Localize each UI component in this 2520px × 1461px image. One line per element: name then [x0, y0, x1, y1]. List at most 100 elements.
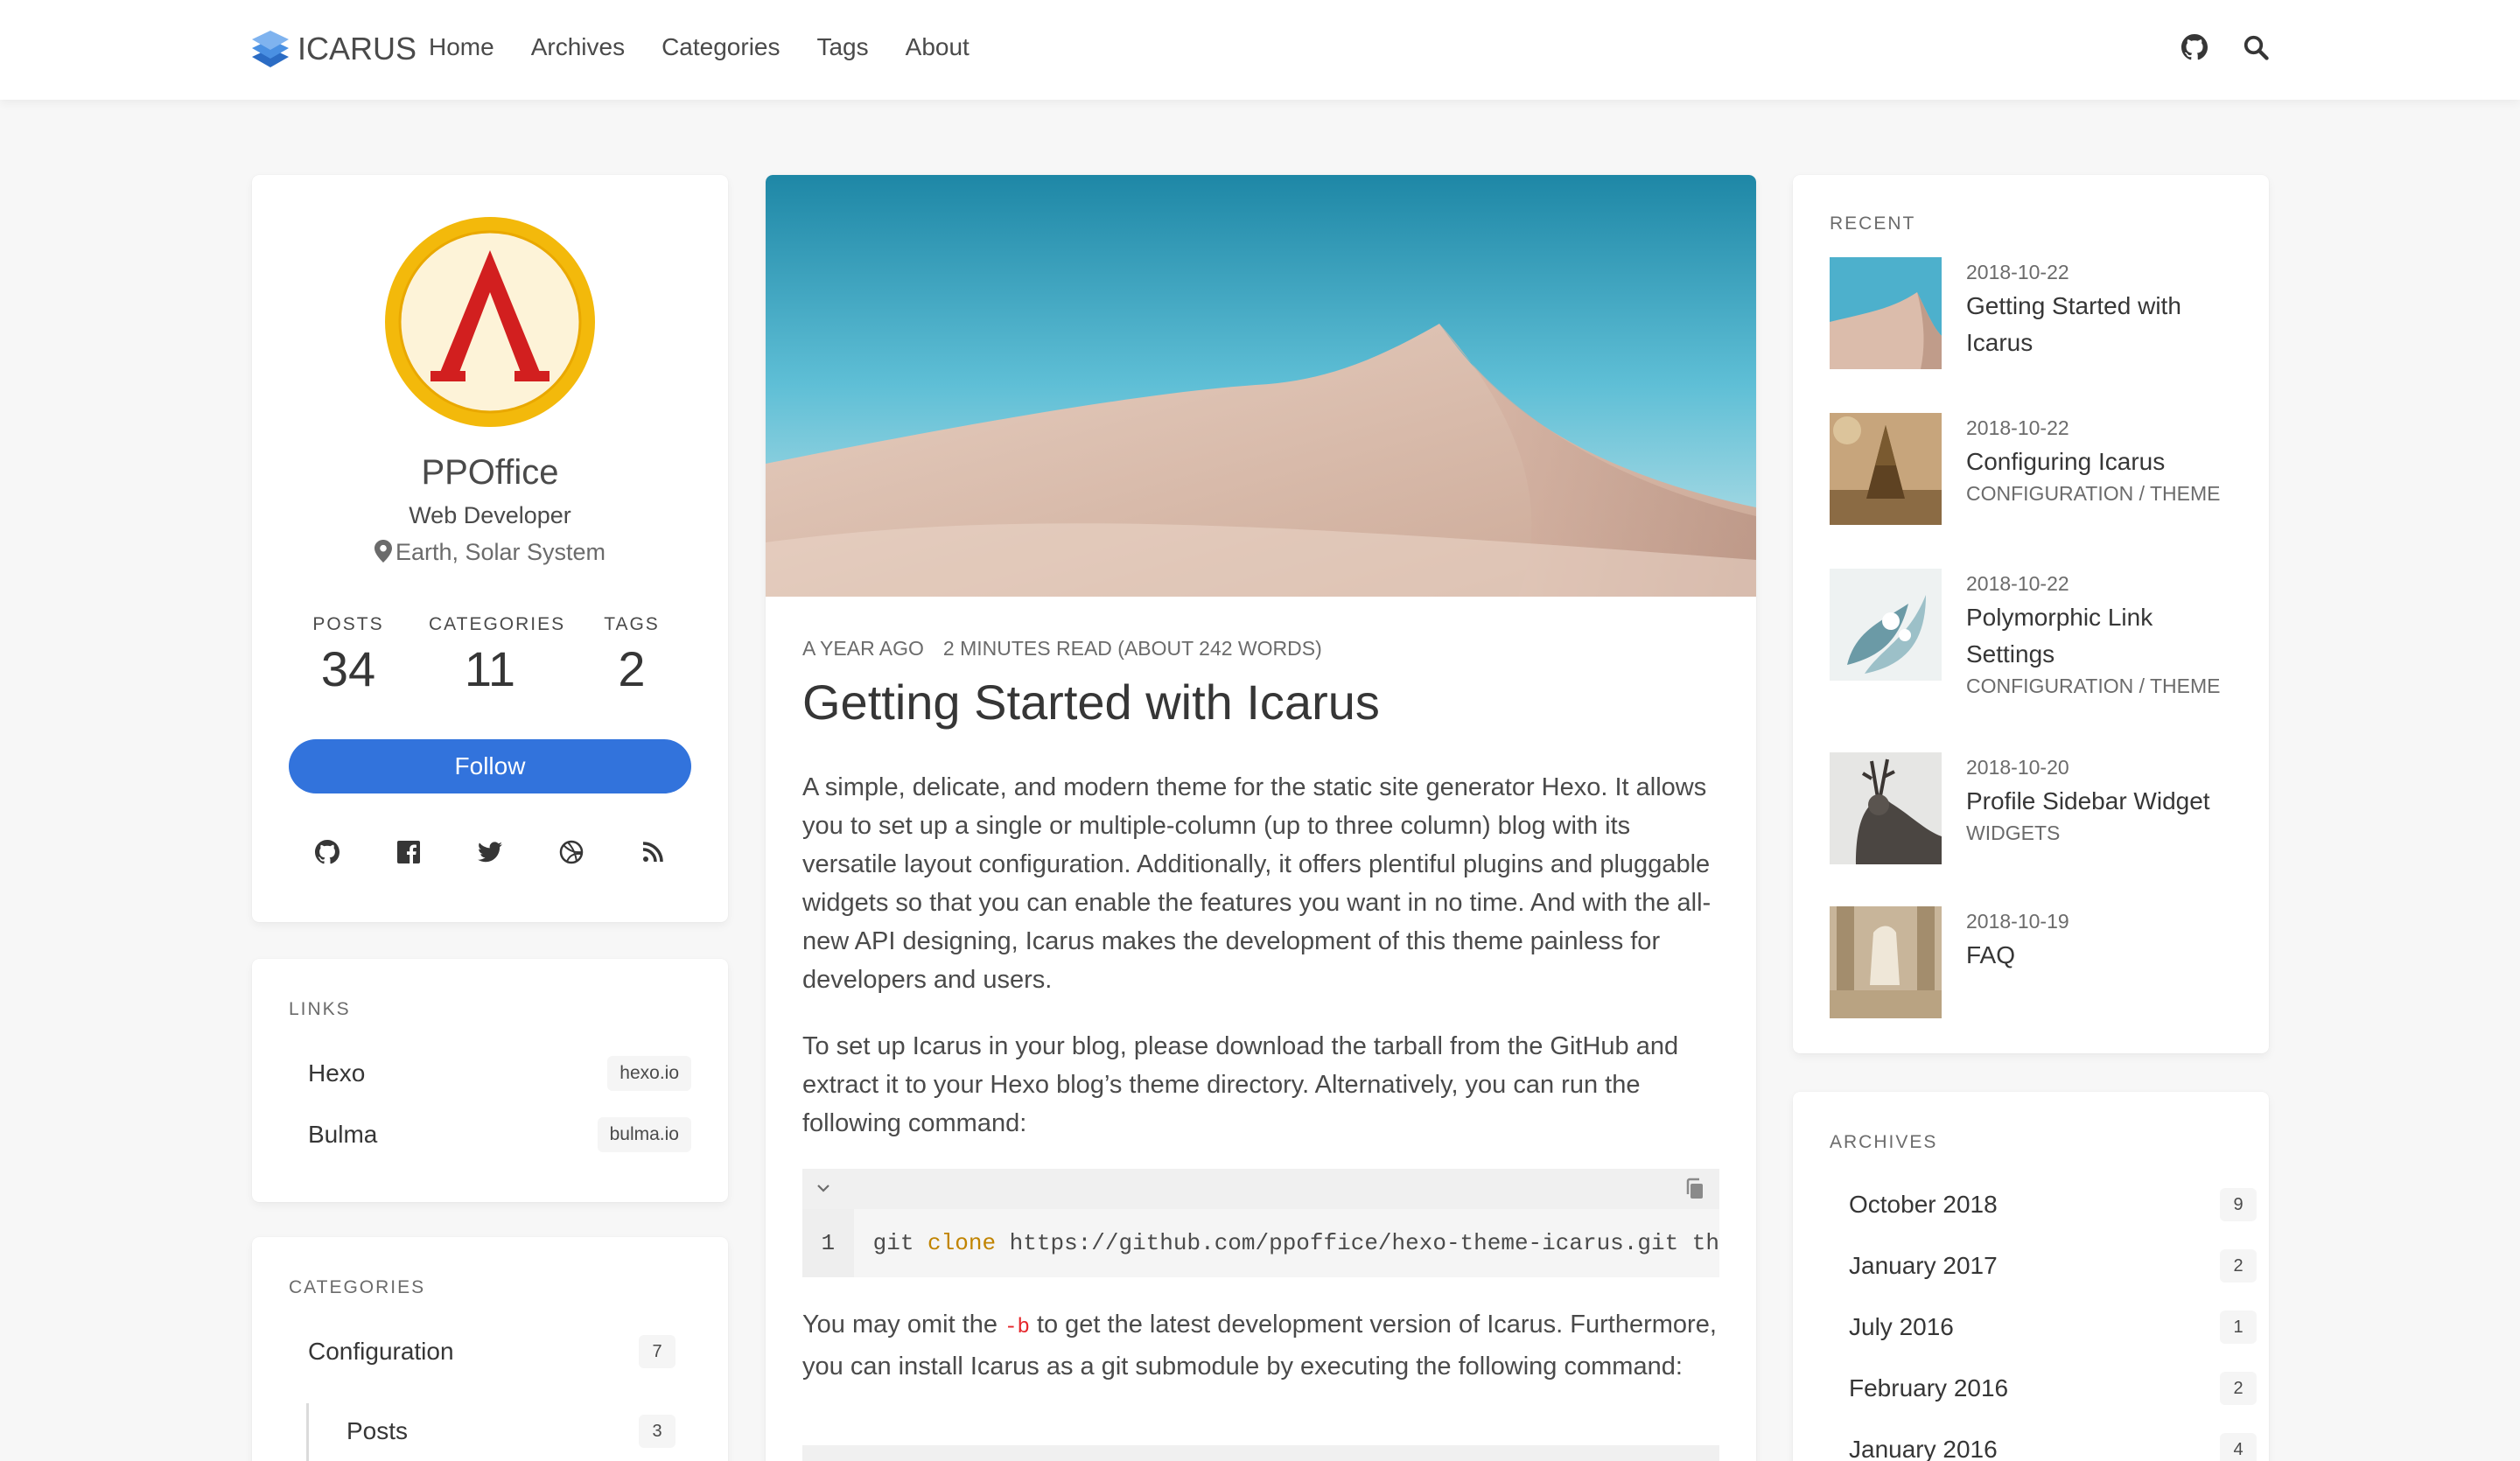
- links-card: LINKS Hexo hexo.io Bulma bulma.io: [252, 959, 728, 1202]
- recent-post-body: 2018-10-22 Polymorphic Link Settings CON…: [1966, 572, 2246, 698]
- nav-actions: [2177, 30, 2300, 65]
- chevron-down-icon[interactable]: [815, 1179, 832, 1201]
- post-title[interactable]: Getting Started with Icarus: [1966, 288, 2246, 361]
- nav-item-tags[interactable]: Tags: [816, 33, 868, 61]
- stat-label: POSTS: [312, 614, 384, 634]
- stat-value: 2: [618, 641, 646, 696]
- post-title[interactable]: FAQ: [1966, 937, 2246, 974]
- post-categories: WIDGETS: [1966, 821, 2246, 845]
- follow-button[interactable]: Follow: [289, 739, 691, 793]
- category-item-posts[interactable]: Posts 3: [346, 1409, 676, 1453]
- recent-post-body: 2018-10-22 Getting Started with Icarus: [1966, 261, 2246, 361]
- category-separator: /: [2138, 675, 2146, 697]
- archive-name: January 2016: [1849, 1436, 1998, 1461]
- category-count: 7: [639, 1335, 676, 1368]
- categories-heading: CATEGORIES: [289, 1277, 426, 1297]
- code-block: 1 git clone https://github.com/ppoffice/…: [802, 1169, 1719, 1277]
- nav-item-categories[interactable]: Categories: [662, 33, 780, 61]
- recent-post-body: 2018-10-20 Profile Sidebar Widget WIDGET…: [1966, 756, 2246, 845]
- code-block-header: [802, 1169, 1719, 1209]
- link-item[interactable]: Bulma bulma.io: [289, 1113, 691, 1157]
- category-separator: /: [2138, 482, 2146, 505]
- archives-heading: ARCHIVES: [1830, 1132, 1938, 1152]
- post-category[interactable]: THEME: [2150, 675, 2221, 697]
- code-command: git: [872, 1230, 914, 1256]
- navbar: ICARUS Home Archives Categories Tags Abo…: [0, 0, 2520, 100]
- post-category[interactable]: CONFIGURATION: [1966, 482, 2133, 505]
- post-date: 2018-10-22: [1966, 416, 2069, 439]
- link-url-tag: hexo.io: [607, 1056, 691, 1091]
- archive-item[interactable]: January 2016 4: [1849, 1428, 2257, 1461]
- paragraph-text: You may omit the: [802, 1311, 998, 1339]
- nav-item-about[interactable]: About: [906, 33, 970, 61]
- post-thumbnail[interactable]: [1830, 413, 1942, 525]
- facebook-icon[interactable]: [395, 838, 423, 866]
- article-title[interactable]: Getting Started with Icarus: [802, 674, 1380, 730]
- link-url-tag: bulma.io: [597, 1117, 691, 1152]
- copy-icon[interactable]: [1684, 1178, 1705, 1205]
- author-name: PPOffice: [421, 453, 559, 492]
- stat-value: 34: [320, 641, 376, 696]
- code-keyword: clone: [928, 1230, 997, 1256]
- post-thumbnail[interactable]: [1830, 257, 1942, 369]
- category-item-configuration[interactable]: Configuration 7: [308, 1330, 676, 1374]
- archive-count: 2: [2220, 1249, 2257, 1283]
- search-icon[interactable]: [2238, 30, 2273, 65]
- archive-item[interactable]: July 2016 1: [1849, 1305, 2257, 1349]
- archive-count: 1: [2220, 1311, 2257, 1344]
- code-line: 1 git clone https://github.com/ppoffice/…: [802, 1209, 1719, 1277]
- subcategory-divider: [306, 1403, 309, 1461]
- twitter-icon[interactable]: [476, 838, 504, 866]
- brand-name: ICARUS: [298, 31, 417, 66]
- nav-item-archives[interactable]: Archives: [531, 33, 625, 61]
- stat-label: TAGS: [604, 614, 660, 634]
- github-icon[interactable]: [313, 838, 341, 866]
- archive-item[interactable]: January 2017 2: [1849, 1244, 2257, 1288]
- line-number: 1: [802, 1209, 854, 1277]
- post-title[interactable]: Polymorphic Link Settings: [1966, 599, 2246, 673]
- code-argument: https://github.com/ppoffice/hexo-theme-i…: [1009, 1230, 1719, 1256]
- archive-item[interactable]: February 2016 2: [1849, 1367, 2257, 1410]
- recent-post-body: 2018-10-19 FAQ: [1966, 910, 2246, 974]
- post-thumbnail[interactable]: [1830, 752, 1942, 864]
- post-title[interactable]: Profile Sidebar Widget: [1966, 783, 2246, 820]
- stat-posts[interactable]: POSTS 34: [287, 614, 410, 697]
- link-item[interactable]: Hexo hexo.io: [289, 1052, 691, 1095]
- archive-count: 2: [2220, 1372, 2257, 1405]
- archive-name: July 2016: [1849, 1313, 1954, 1340]
- social-links: [313, 838, 667, 866]
- link-name: Hexo: [308, 1059, 366, 1087]
- archive-name: October 2018: [1849, 1191, 1998, 1218]
- post-date: 2018-10-22: [1966, 572, 2069, 595]
- link-name: Bulma: [308, 1121, 378, 1148]
- recent-post-body: 2018-10-22 Configuring Icarus CONFIGURAT…: [1966, 416, 2246, 506]
- archive-item[interactable]: October 2018 9: [1849, 1183, 2257, 1227]
- post-category[interactable]: WIDGETS: [1966, 821, 2060, 844]
- map-marker-icon: [374, 540, 392, 563]
- nav-item-home[interactable]: Home: [429, 33, 494, 61]
- post-categories: CONFIGURATION / THEME: [1966, 482, 2246, 506]
- post-category[interactable]: CONFIGURATION: [1966, 675, 2133, 697]
- category-name: Configuration: [308, 1338, 454, 1365]
- brand-logo[interactable]: ICARUS: [250, 24, 416, 73]
- profile-card: PPOffice Web Developer Earth, Solar Syst…: [252, 175, 728, 922]
- category-name: Posts: [346, 1417, 409, 1444]
- code-text[interactable]: git clone https://github.com/ppoffice/he…: [854, 1230, 1719, 1256]
- post-thumbnail[interactable]: [1830, 906, 1942, 1018]
- github-icon[interactable]: [2177, 30, 2212, 65]
- stat-tags[interactable]: TAGS 2: [570, 614, 693, 697]
- dribbble-icon[interactable]: [557, 838, 585, 866]
- post-title[interactable]: Configuring Icarus: [1966, 444, 2246, 480]
- stat-value: 11: [464, 641, 516, 696]
- article-meta: A YEAR AGO 2 MINUTES READ (ABOUT 242 WOR…: [802, 637, 1341, 661]
- location-text: Earth, Solar System: [395, 539, 606, 565]
- article-cover-image[interactable]: [766, 175, 1756, 597]
- rss-icon[interactable]: [639, 838, 667, 866]
- stat-categories[interactable]: CATEGORIES 11: [429, 614, 564, 697]
- post-thumbnail[interactable]: [1830, 569, 1942, 681]
- avatar: [385, 217, 595, 427]
- category-count: 3: [639, 1415, 676, 1448]
- archive-name: January 2017: [1849, 1252, 1998, 1279]
- archive-name: February 2016: [1849, 1374, 2009, 1402]
- post-category[interactable]: THEME: [2150, 482, 2221, 505]
